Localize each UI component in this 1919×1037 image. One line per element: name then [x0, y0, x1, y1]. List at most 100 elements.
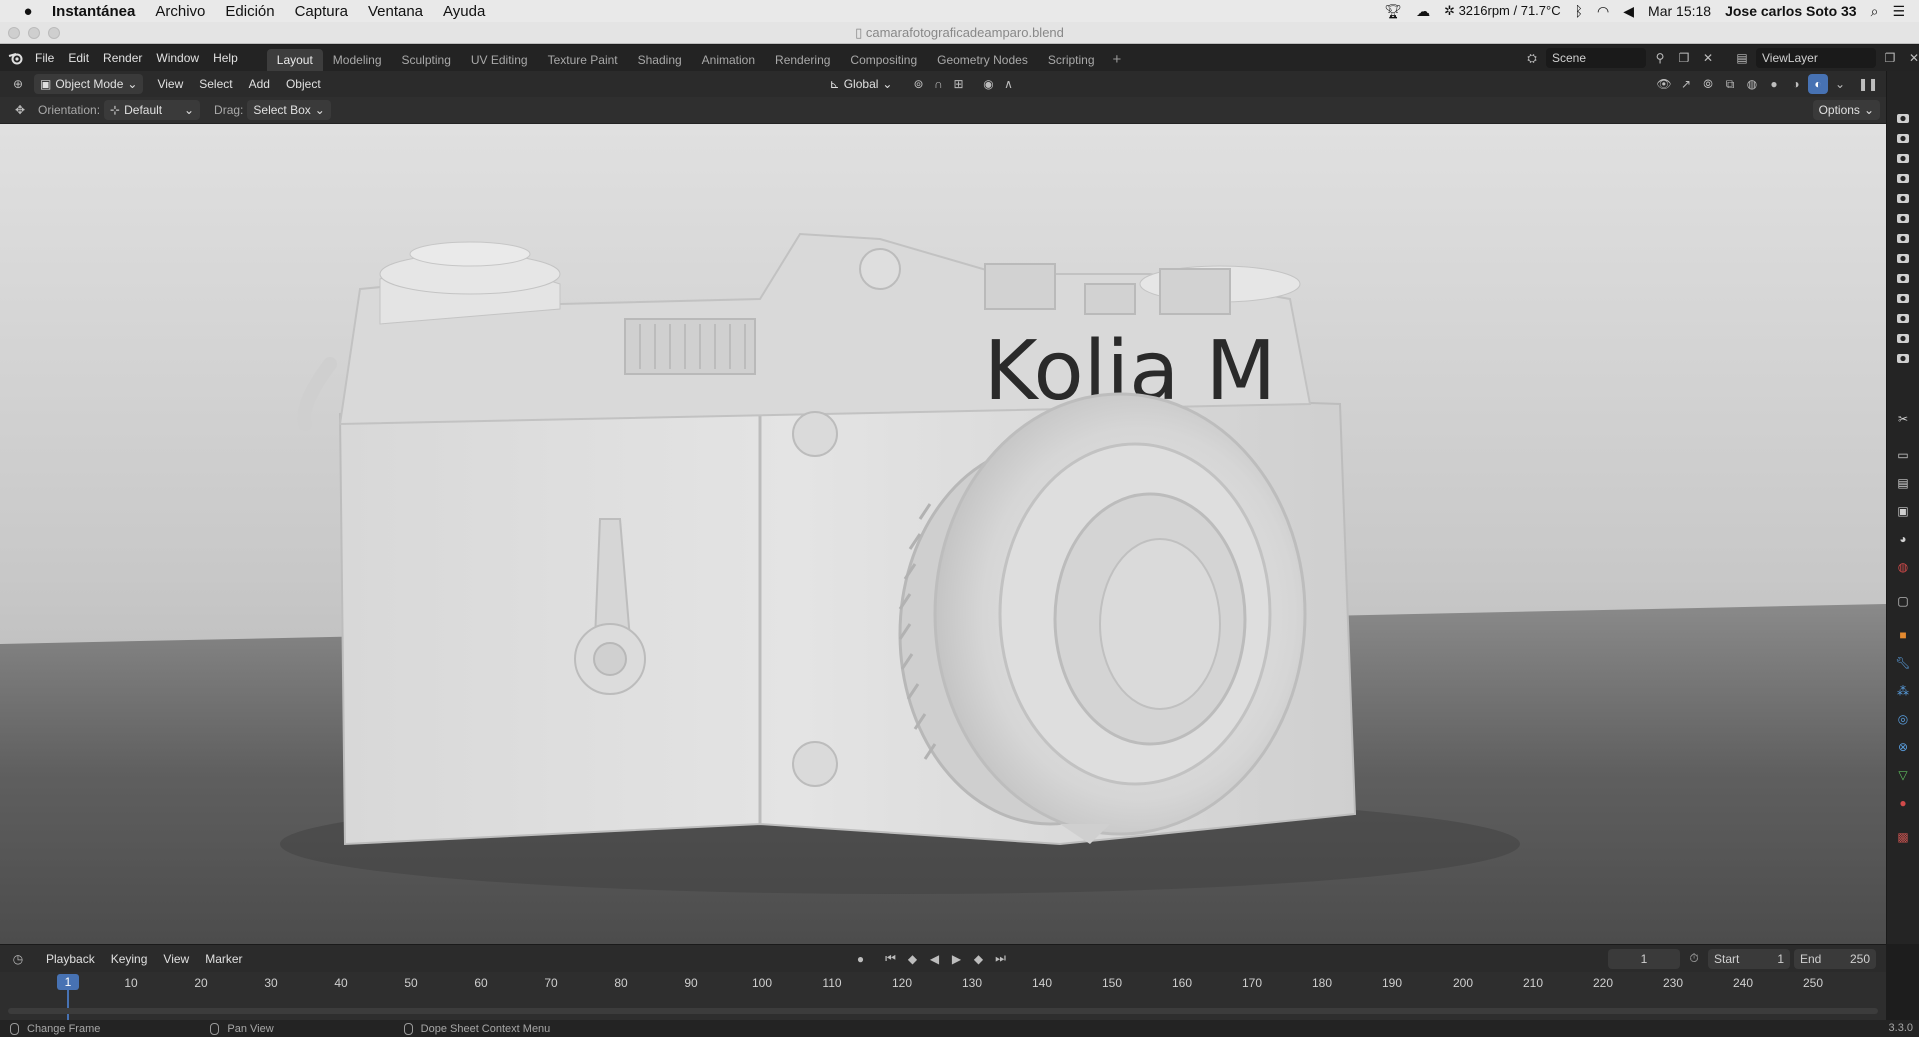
menu-keying[interactable]: Keying	[103, 952, 156, 966]
menu-render[interactable]: Render	[96, 47, 149, 69]
menu-marker[interactable]: Marker	[197, 952, 250, 966]
menu-select[interactable]: Select	[191, 77, 240, 91]
scene-properties-icon[interactable]: ◕	[1895, 531, 1911, 547]
camera-icon[interactable]	[1896, 111, 1910, 125]
constraints-icon[interactable]: ⊗	[1895, 739, 1911, 755]
menu-view[interactable]: View	[149, 77, 191, 91]
camera-icon[interactable]	[1896, 131, 1910, 145]
menu-archivo[interactable]: Archivo	[155, 3, 205, 20]
camera-icon[interactable]	[1896, 311, 1910, 325]
gizmo-icon[interactable]: ↗	[1676, 74, 1696, 94]
tab-sculpting[interactable]: Sculpting	[392, 49, 461, 71]
tab-geometry-nodes[interactable]: Geometry Nodes	[927, 49, 1038, 71]
mode-dropdown[interactable]: ▣ Object Mode ⌄	[34, 74, 144, 94]
fan-status[interactable]: ✲ 3216rpm / 71.7°C	[1444, 3, 1561, 19]
menu-timeline-view[interactable]: View	[155, 952, 197, 966]
pivot-point-icon[interactable]: ⊚	[908, 74, 928, 94]
wireframe-shading-icon[interactable]: ◍	[1742, 74, 1762, 94]
play-icon[interactable]: ▶	[947, 949, 967, 969]
object-properties-icon[interactable]: ■	[1895, 627, 1911, 643]
camera-icon[interactable]	[1896, 351, 1910, 365]
camera-icon[interactable]	[1896, 331, 1910, 345]
tab-scripting[interactable]: Scripting	[1038, 49, 1105, 71]
tab-modeling[interactable]: Modeling	[323, 49, 392, 71]
bluetooth-icon[interactable]: ᛒ	[1575, 3, 1583, 19]
output-properties-icon[interactable]: ▤	[1895, 475, 1911, 491]
control-center-icon[interactable]: ☰	[1892, 3, 1905, 20]
current-frame-field[interactable]: 1	[1608, 948, 1680, 969]
xray-icon[interactable]: ⧉	[1720, 74, 1740, 94]
tab-animation[interactable]: Animation	[692, 49, 765, 71]
physics-icon[interactable]: ◎	[1895, 711, 1911, 727]
user-name[interactable]: Jose carlos Soto 33	[1725, 3, 1857, 19]
visibility-icon[interactable]: 👁︎	[1654, 74, 1674, 94]
playhead-marker[interactable]: 1	[57, 974, 79, 990]
transform-orientation-dropdown[interactable]: ⊾ Global ⌄	[824, 74, 899, 94]
scene-name-field[interactable]: Scene	[1546, 48, 1646, 68]
editor-type-clock-icon[interactable]: ◷	[8, 949, 28, 969]
new-view-layer-icon[interactable]: ❐	[1880, 48, 1900, 68]
menu-edit[interactable]: Edit	[61, 47, 96, 69]
scene-browse-icon[interactable]: ⛭	[1522, 48, 1542, 68]
new-scene-icon[interactable]: ❐	[1674, 48, 1694, 68]
stopwatch-icon[interactable]: ⏱	[1684, 949, 1704, 969]
menu-object[interactable]: Object	[278, 77, 329, 91]
wifi-icon[interactable]: ◠	[1597, 3, 1609, 20]
camera-icon[interactable]	[1896, 231, 1910, 245]
proportional-edit-icon[interactable]: ◉	[978, 74, 998, 94]
overlay-icon[interactable]: ⦾	[1698, 74, 1718, 94]
camera-icon[interactable]	[1896, 191, 1910, 205]
camera-icon[interactable]	[1896, 151, 1910, 165]
camera-icon[interactable]	[1896, 251, 1910, 265]
camera-icon[interactable]	[1896, 291, 1910, 305]
volume-icon[interactable]: ◀︎	[1623, 3, 1634, 20]
snap-target-icon[interactable]: ⊞	[948, 74, 968, 94]
jump-keyframe-back-icon[interactable]: ◆	[903, 949, 923, 969]
orientation-dropdown[interactable]: ⊹ Default ⌄	[104, 100, 201, 120]
3d-viewport[interactable]: Kolia M	[0, 124, 1886, 944]
tab-uv-editing[interactable]: UV Editing	[461, 49, 538, 71]
pause-render-icon[interactable]: ❚❚	[1858, 74, 1878, 94]
drag-dropdown[interactable]: Select Box ⌄	[247, 100, 331, 120]
jump-keyframe-forward-icon[interactable]: ◆	[969, 949, 989, 969]
timeline-scrollbar[interactable]	[8, 1008, 1878, 1014]
camera-icon[interactable]	[1896, 271, 1910, 285]
object-data-icon[interactable]: ▽	[1895, 767, 1911, 783]
world-properties-icon[interactable]: ◍	[1895, 559, 1911, 575]
modifier-wrench-icon[interactable]: 🔧︎	[1895, 655, 1911, 671]
start-frame-field[interactable]: Start 1	[1708, 948, 1790, 969]
zoom-window-button[interactable]	[48, 26, 60, 39]
pin-icon[interactable]: ⚲	[1650, 48, 1670, 68]
options-dropdown[interactable]: Options ⌄	[1812, 100, 1880, 120]
menu-edicion[interactable]: Edición	[225, 3, 274, 20]
menu-ventana[interactable]: Ventana	[368, 3, 423, 20]
tool-properties-icon[interactable]: ✂	[1895, 411, 1911, 427]
timeline-area[interactable]: 1 10 20 30 40 50 60 70 80 90 100 110 120…	[0, 972, 1886, 1020]
tab-compositing[interactable]: Compositing	[840, 49, 927, 71]
delete-scene-icon[interactable]: ✕	[1698, 48, 1718, 68]
menu-help[interactable]: Help	[206, 47, 245, 69]
menu-file[interactable]: File	[28, 47, 61, 69]
view-layer-field[interactable]: ViewLayer	[1756, 48, 1876, 68]
shading-options-icon[interactable]: ⌄	[1830, 74, 1850, 94]
close-window-button[interactable]	[8, 26, 20, 39]
add-workspace-icon[interactable]: +	[1105, 49, 1130, 71]
play-reverse-icon[interactable]: ◀	[925, 949, 945, 969]
clock[interactable]: Mar 15:18	[1648, 3, 1711, 19]
tab-shading[interactable]: Shading	[628, 49, 692, 71]
record-keyframe-icon[interactable]: ●	[851, 949, 871, 969]
snap-magnet-icon[interactable]: ∩	[928, 74, 948, 94]
rendered-shading-icon[interactable]: ◐	[1808, 74, 1828, 94]
render-properties-icon[interactable]: ▭	[1895, 447, 1911, 463]
material-shading-icon[interactable]: ◑	[1786, 74, 1806, 94]
jump-start-icon[interactable]: ⏮	[881, 949, 901, 969]
falloff-curve-icon[interactable]: ∧	[998, 74, 1018, 94]
cloud-icon[interactable]: ☁︎	[1416, 3, 1430, 20]
material-properties-icon[interactable]: ●	[1895, 795, 1911, 811]
app-menu[interactable]: Instantánea	[52, 3, 135, 20]
minimize-window-button[interactable]	[28, 26, 40, 39]
solid-shading-icon[interactable]: ●	[1764, 74, 1784, 94]
tab-texture-paint[interactable]: Texture Paint	[538, 49, 628, 71]
menu-captura[interactable]: Captura	[295, 3, 348, 20]
camera-icon[interactable]	[1896, 211, 1910, 225]
